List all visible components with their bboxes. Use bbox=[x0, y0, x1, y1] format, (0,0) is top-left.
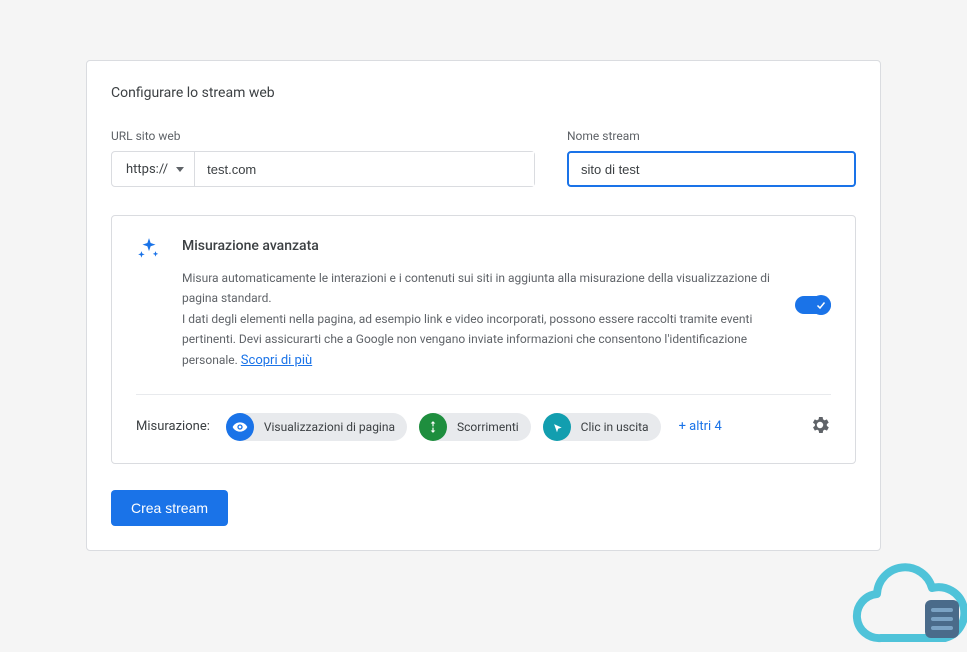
stream-name-field-group: Nome stream bbox=[567, 129, 856, 187]
chip-label: Clic in uscita bbox=[581, 420, 649, 434]
form-row: URL sito web https:// Nome stream bbox=[111, 129, 856, 187]
chevron-down-icon bbox=[176, 167, 184, 172]
url-input-wrap: https:// bbox=[111, 151, 535, 187]
chip-outbound: Clic in uscita bbox=[543, 413, 661, 441]
panel-description: Misura automaticamente le interazioni e … bbox=[182, 268, 775, 372]
web-stream-card: Configurare lo stream web URL sito web h… bbox=[86, 60, 881, 551]
protocol-value: https:// bbox=[126, 162, 168, 177]
protocol-select[interactable]: https:// bbox=[112, 152, 195, 186]
settings-button[interactable] bbox=[809, 414, 831, 440]
measurement-row: Misurazione: Visualizzazioni di pagina S… bbox=[136, 413, 831, 441]
panel-top: Misurazione avanzata Misura automaticame… bbox=[136, 238, 831, 372]
outbound-click-icon bbox=[543, 413, 571, 441]
enhanced-measurement-panel: Misurazione avanzata Misura automaticame… bbox=[111, 215, 856, 464]
more-measurements-link[interactable]: + altri 4 bbox=[679, 419, 722, 434]
learn-more-link[interactable]: Scopri di più bbox=[241, 353, 312, 368]
panel-title: Misurazione avanzata bbox=[182, 238, 775, 254]
sparkle-icon bbox=[136, 236, 162, 372]
enhanced-measurement-toggle[interactable] bbox=[795, 296, 831, 314]
scroll-icon bbox=[419, 413, 447, 441]
measurement-label: Misurazione: bbox=[136, 419, 210, 434]
stream-name-input[interactable] bbox=[567, 151, 856, 187]
toggle-wrap bbox=[795, 296, 831, 314]
chip-label: Visualizzazioni di pagina bbox=[264, 420, 395, 434]
eye-icon bbox=[226, 413, 254, 441]
gear-icon bbox=[809, 414, 831, 436]
panel-content: Misurazione avanzata Misura automaticame… bbox=[182, 238, 775, 372]
url-label: URL sito web bbox=[111, 129, 535, 143]
cloud-logo bbox=[837, 558, 967, 652]
create-stream-button[interactable]: Crea stream bbox=[111, 490, 228, 526]
chip-scroll: Scorrimenti bbox=[419, 413, 531, 441]
stream-name-label: Nome stream bbox=[567, 129, 856, 143]
url-input[interactable] bbox=[195, 152, 534, 186]
toggle-knob bbox=[811, 295, 831, 315]
chip-label: Scorrimenti bbox=[457, 420, 519, 434]
url-field-group: URL sito web https:// bbox=[111, 129, 535, 187]
chip-pageview: Visualizzazioni di pagina bbox=[226, 413, 407, 441]
divider bbox=[136, 394, 831, 395]
card-title: Configurare lo stream web bbox=[111, 85, 856, 101]
